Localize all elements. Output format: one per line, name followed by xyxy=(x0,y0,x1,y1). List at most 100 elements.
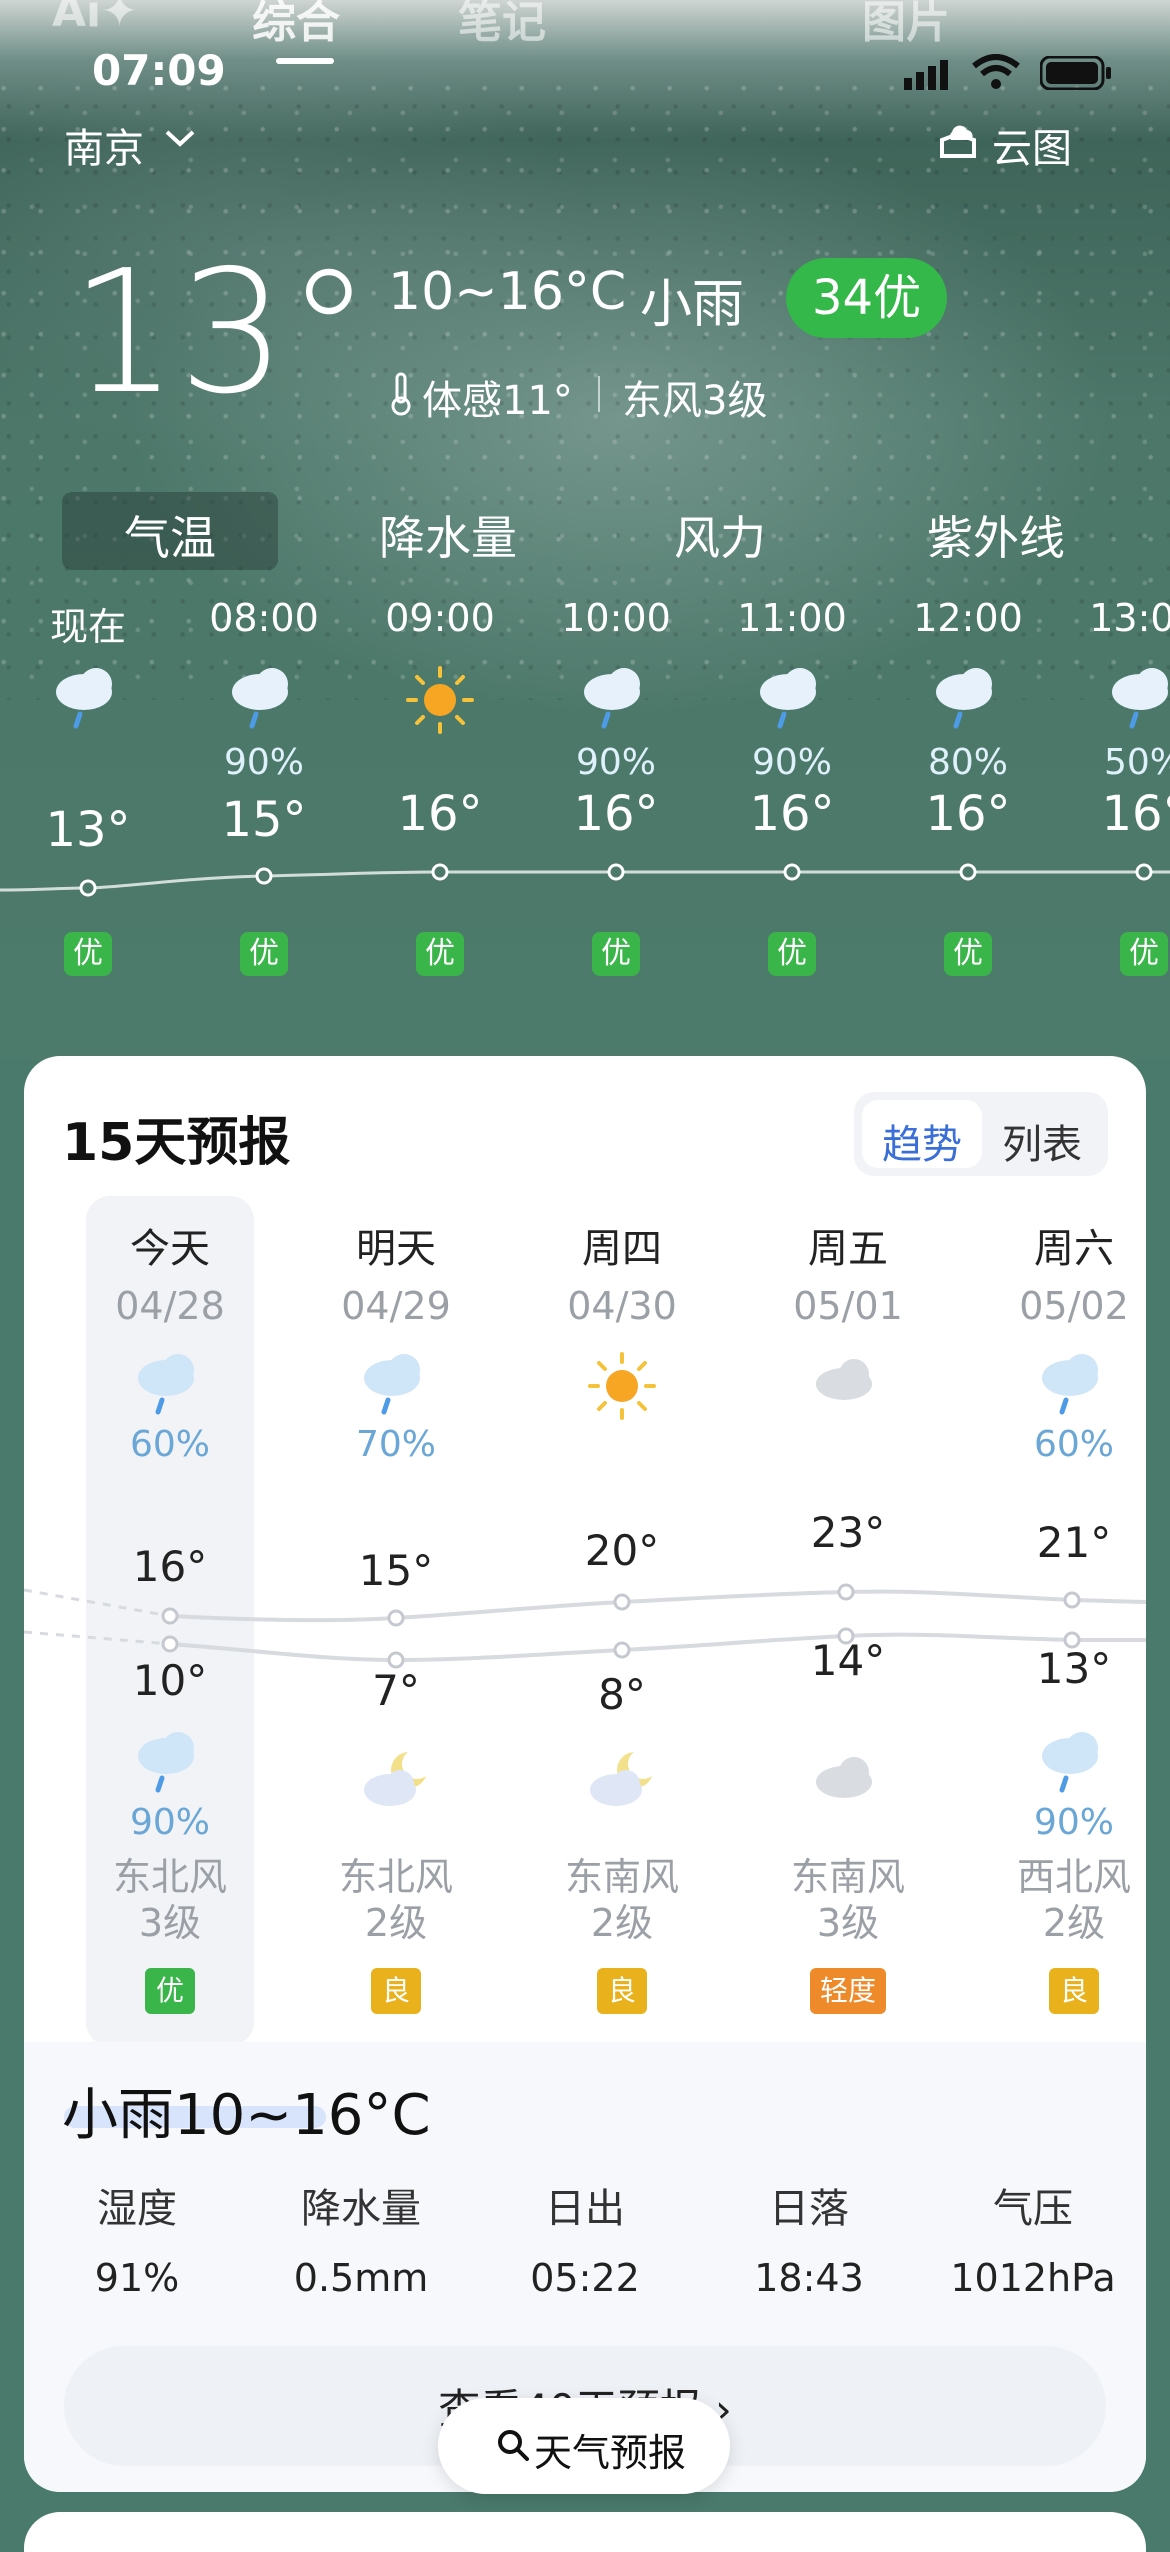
wind-level: 2级 xyxy=(1042,1901,1106,1945)
hour-aq-badge: 优 xyxy=(64,932,112,976)
hour-aq-badge: 优 xyxy=(416,932,464,976)
hour-temp-dot xyxy=(255,867,273,885)
hour-temp: 16° xyxy=(1101,786,1170,842)
rain-cloud-icon xyxy=(704,662,880,742)
app-logo[interactable]: Ai✦ xyxy=(52,0,138,37)
tab-uv[interactable]: 紫外线 xyxy=(888,502,1104,568)
day-date: 05/01 xyxy=(793,1284,903,1328)
wind-direction: 东南风 xyxy=(790,1855,905,1899)
hourly-item[interactable]: 11:00 90% 16° 优 xyxy=(704,596,880,976)
rain-cloud-icon xyxy=(283,1348,509,1424)
thermometer-icon xyxy=(388,372,414,420)
cloud-map-label[interactable]: 云图 xyxy=(992,116,1072,174)
hour-temp-dot xyxy=(1135,863,1153,881)
toggle-trend[interactable]: 趋势 xyxy=(862,1112,982,1170)
hourly-item[interactable]: 09:00 16° 优 xyxy=(352,596,528,976)
forecast-night[interactable]: 东南风 2级 良 xyxy=(509,1746,735,2014)
forecast-day[interactable]: 周四 04/30 xyxy=(509,1216,735,1468)
feels-like: 体感11° xyxy=(422,378,573,424)
hour-time: 现在 xyxy=(49,605,126,649)
hourly-item[interactable]: 现在 13° 优 xyxy=(0,596,176,976)
hourly-item[interactable]: 13:00 50% 16° 优 xyxy=(1056,596,1170,976)
hour-temp-dot xyxy=(607,863,625,881)
toggle-list[interactable]: 列表 xyxy=(982,1112,1102,1170)
day-high: 20° xyxy=(584,1526,660,1575)
day-precip: 70% xyxy=(355,1424,436,1465)
aqi-badge-label: 34优 xyxy=(812,270,922,326)
forecast-day[interactable]: 明天 04/29 70% xyxy=(283,1216,509,1468)
hour-time: 08:00 xyxy=(209,596,319,640)
city-name[interactable]: 南京 xyxy=(64,116,144,174)
divider xyxy=(598,376,600,412)
forecast-title: 15天预报 xyxy=(62,1113,291,1173)
cloud-map-icon[interactable] xyxy=(934,116,982,168)
hour-aq-badge: 优 xyxy=(592,932,640,976)
chevron-down-icon[interactable] xyxy=(164,128,196,154)
hour-temp: 16° xyxy=(397,786,483,842)
stat-value: 1012hPa xyxy=(950,2256,1116,2300)
wind-direction: 东北风 xyxy=(112,1855,227,1899)
day-name: 明天 xyxy=(356,1226,436,1272)
tab-notes[interactable]: 笔记 xyxy=(458,0,546,50)
hour-temp-dot xyxy=(431,863,449,881)
hour-temp: 16° xyxy=(925,786,1011,842)
next-card xyxy=(24,2512,1146,2552)
tab-images[interactable]: 图片 xyxy=(862,0,950,50)
stat-value: 91% xyxy=(94,2256,180,2300)
sun-icon xyxy=(509,1348,735,1424)
rain-cloud-icon xyxy=(57,1348,283,1424)
day-aq-badge: 良 xyxy=(371,1968,421,2014)
day-name: 周六 xyxy=(1034,1226,1114,1272)
tab-comprehensive[interactable]: 综合 xyxy=(252,0,340,50)
day-name: 周五 xyxy=(808,1226,888,1272)
cloud-icon xyxy=(735,1348,961,1424)
forecast-card: 15天预报 趋势 列表 今天 04/28 60% 16° 10° 90% 东北风… xyxy=(24,1056,1146,2492)
search-pill[interactable]: 天气预报 xyxy=(438,2398,730,2494)
day-aq-badge: 优 xyxy=(145,1968,195,2014)
night-precip: 90% xyxy=(129,1802,210,1843)
day-aq-badge: 轻度 xyxy=(809,1968,886,2014)
weather-condition: 小雨 xyxy=(640,275,745,335)
hour-time: 09:00 xyxy=(385,596,495,640)
day-precip: 60% xyxy=(129,1424,210,1465)
forecast-night[interactable]: 90% 东北风 3级 优 xyxy=(57,1726,283,2014)
stat-label: 气压 xyxy=(993,2186,1073,2232)
tab-wind[interactable]: 风力 xyxy=(612,502,828,568)
rain-cloud-icon xyxy=(961,1348,1170,1424)
forecast-day[interactable]: 周五 05/01 xyxy=(735,1216,961,1468)
current-temperature: 13° xyxy=(70,234,372,432)
day-name: 周四 xyxy=(582,1226,662,1272)
forecast-night[interactable]: 90% 西北风 2级 良 xyxy=(961,1726,1170,2014)
battery-icon xyxy=(1039,55,1112,94)
day-date: 04/28 xyxy=(115,1284,225,1328)
stat-precipitation: 降水量 0.5mm xyxy=(248,2176,474,2300)
forecast-night[interactable]: 东北风 2级 良 xyxy=(283,1746,509,2014)
cloud-icon xyxy=(735,1746,961,1822)
stat-label: 湿度 xyxy=(97,2186,177,2232)
forecast-night[interactable]: 东南风 3级 轻度 xyxy=(735,1746,961,2014)
day-name: 今天 xyxy=(130,1226,210,1272)
hour-aq-badge: 优 xyxy=(944,932,992,976)
hour-precip: 90% xyxy=(751,742,832,783)
rain-cloud-icon xyxy=(57,1726,283,1802)
hour-time: 10:00 xyxy=(561,596,671,640)
forecast-day[interactable]: 今天 04/28 60% xyxy=(57,1216,283,1468)
tab-temperature[interactable]: 气温 xyxy=(62,502,278,568)
day-precip xyxy=(509,1424,735,1468)
temperature-range: 10~16°C xyxy=(388,262,627,322)
forecast-day[interactable]: 周六 05/02 60% xyxy=(961,1216,1170,1468)
rain-cloud-icon xyxy=(528,662,704,742)
hourly-item[interactable]: 12:00 80% 16° 优 xyxy=(880,596,1056,976)
tab-precipitation[interactable]: 降水量 xyxy=(340,502,556,568)
hour-temp: 15° xyxy=(221,792,307,848)
aqi-badge[interactable]: 34优 xyxy=(786,258,948,338)
hourly-item[interactable]: 08:00 90% 15° 优 xyxy=(176,596,352,976)
hour-temp-dot xyxy=(959,863,977,881)
wind-direction: 西北风 xyxy=(1016,1855,1131,1899)
hour-precip xyxy=(0,742,176,786)
hourly-item[interactable]: 10:00 90% 16° 优 xyxy=(528,596,704,976)
wind-level: 3级 xyxy=(816,1901,880,1945)
search-pill-label: 天气预报 xyxy=(534,2431,687,2475)
stat-sunrise: 日出 05:22 xyxy=(472,2176,698,2300)
day-date: 05/02 xyxy=(1019,1284,1129,1328)
